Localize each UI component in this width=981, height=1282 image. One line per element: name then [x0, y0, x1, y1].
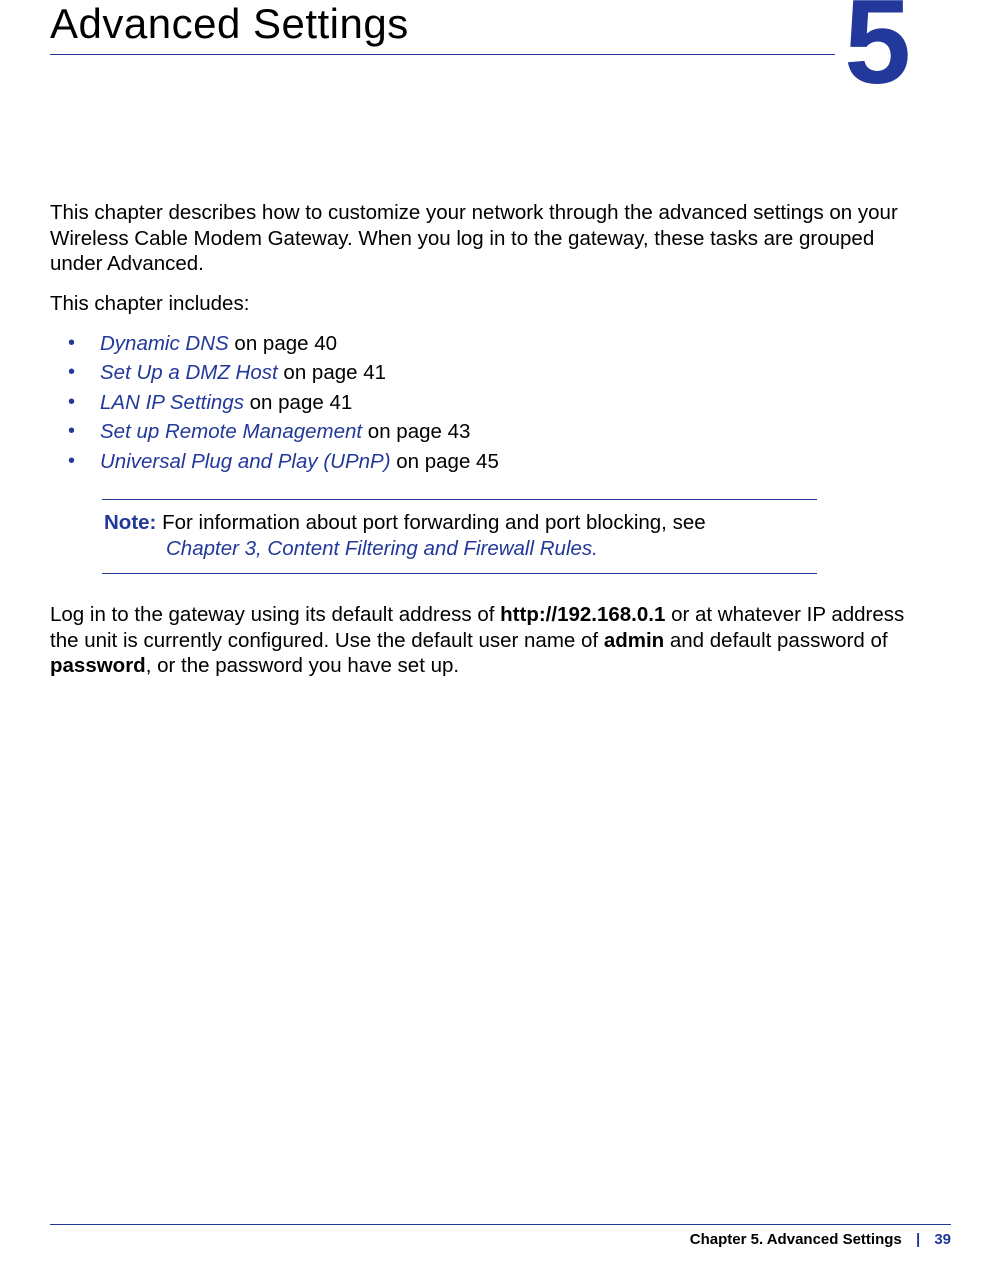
note-after: .: [592, 537, 598, 560]
login-text-4: , or the password you have set up.: [146, 654, 459, 677]
list-item: Set Up a DMZ Host on page 41: [50, 360, 930, 386]
login-username: admin: [604, 629, 664, 652]
intro-paragraph-1: This chapter describes how to customize …: [50, 200, 930, 277]
toc-link-dynamic-dns[interactable]: Dynamic DNS: [100, 332, 229, 355]
footer-chapter-label: Chapter 5. Advanced Settings: [690, 1231, 902, 1248]
note-block: Note: For information about port forward…: [102, 499, 817, 574]
title-rule: [50, 54, 835, 55]
list-item: Dynamic DNS on page 40: [50, 331, 930, 357]
toc-suffix: on page 45: [391, 450, 499, 473]
login-url: http://192.168.0.1: [500, 603, 665, 626]
toc-suffix: on page 40: [229, 332, 337, 355]
list-item: Set up Remote Management on page 43: [50, 419, 930, 445]
intro-paragraph-2: This chapter includes:: [50, 291, 930, 317]
login-paragraph: Log in to the gateway using its default …: [50, 602, 930, 679]
toc-suffix: on page 43: [362, 420, 470, 443]
toc-link-upnp[interactable]: Universal Plug and Play (UPnP): [100, 450, 391, 473]
note-link-chapter3[interactable]: Chapter 3, Content Filtering and Firewal…: [166, 537, 592, 560]
toc-link-lan-ip[interactable]: LAN IP Settings: [100, 391, 244, 414]
page-footer: Chapter 5. Advanced Settings | 39: [50, 1224, 951, 1248]
footer-page-number: 39: [934, 1231, 951, 1248]
login-password: password: [50, 654, 146, 677]
toc-link-dmz-host[interactable]: Set Up a DMZ Host: [100, 361, 278, 384]
list-item: LAN IP Settings on page 41: [50, 390, 930, 416]
login-text-3: and default password of: [664, 629, 887, 652]
toc-suffix: on page 41: [244, 391, 352, 414]
toc-link-remote-management[interactable]: Set up Remote Management: [100, 420, 362, 443]
list-item: Universal Plug and Play (UPnP) on page 4…: [50, 449, 930, 475]
toc-suffix: on page 41: [278, 361, 386, 384]
chapter-title: Advanced Settings: [50, 0, 931, 48]
note-text: For information about port forwarding an…: [162, 511, 706, 534]
note-label: Note:: [104, 511, 162, 534]
footer-separator: |: [916, 1231, 920, 1248]
chapter-number: 5: [844, 0, 911, 102]
login-text-1: Log in to the gateway using its default …: [50, 603, 500, 626]
toc-list: Dynamic DNS on page 40 Set Up a DMZ Host…: [50, 331, 930, 475]
